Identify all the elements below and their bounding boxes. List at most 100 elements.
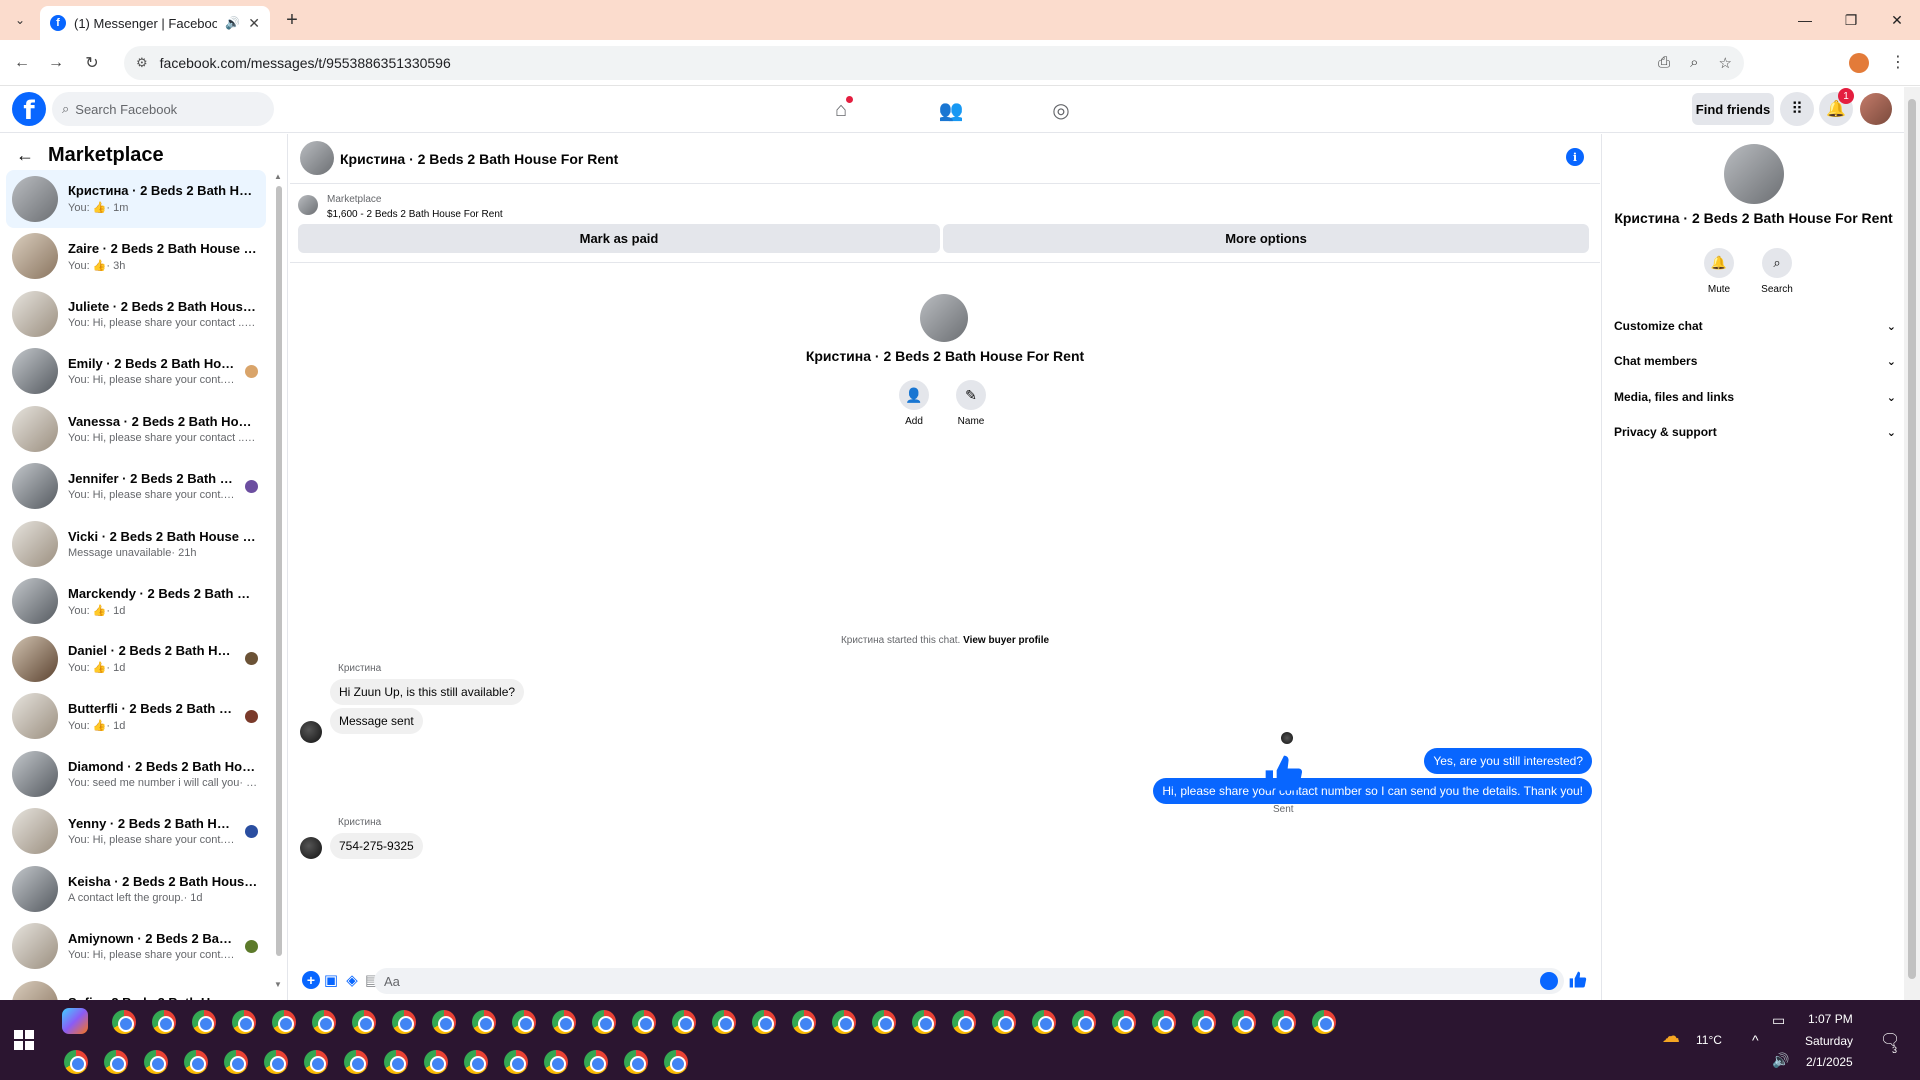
chrome-taskbar-icon[interactable] [552,1010,576,1034]
browser-profile-icon[interactable] [1849,53,1869,73]
chrome-taskbar-icon[interactable] [512,1010,536,1034]
friends-icon[interactable]: 👥 [936,95,966,125]
find-friends-button[interactable]: Find friends [1692,93,1774,125]
notification-center-icon[interactable]: 🗨 [1880,1030,1900,1050]
scroll-up-icon[interactable]: ▲ [274,172,282,181]
sender-avatar[interactable] [300,837,322,859]
facebook-search[interactable]: ⌕ Search Facebook [52,92,274,126]
chrome-taskbar-icon[interactable] [184,1050,208,1074]
chrome-taskbar-icon[interactable] [912,1010,936,1034]
view-buyer-profile-link[interactable]: View buyer profile [963,635,1049,646]
search-placeholder[interactable]: Search Facebook [75,102,177,117]
info-icon[interactable]: i [1566,148,1584,166]
outgoing-message[interactable]: Hi, please share your contact number so … [1153,778,1592,804]
close-window-button[interactable]: ✕ [1874,0,1920,40]
more-options-button[interactable]: More options [943,224,1589,253]
mark-as-paid-button[interactable]: Mark as paid [298,224,940,253]
chrome-taskbar-icon[interactable] [592,1010,616,1034]
chrome-taskbar-icon[interactable] [392,1010,416,1034]
speaker-icon[interactable]: 🔊 [225,16,240,30]
conversation-item[interactable]: Juliete · 2 Beds 2 Bath House F... You: H… [6,285,266,343]
chat-avatar[interactable] [300,141,334,175]
incoming-message[interactable]: Message sent [330,708,423,734]
tab-search-dropdown-icon[interactable]: ⌄ [8,8,32,32]
bookmark-star-icon[interactable]: ☆ [1719,54,1732,72]
chrome-taskbar-icon[interactable] [672,1010,696,1034]
chrome-taskbar-icon[interactable] [792,1010,816,1034]
photo-icon[interactable]: ▣ [322,971,340,989]
sender-avatar[interactable] [300,721,322,743]
page-scrollbar[interactable] [1904,87,1920,1000]
incoming-message[interactable]: Hi Zuun Up, is this still available? [330,679,525,705]
chrome-taskbar-icon[interactable] [384,1050,408,1074]
chrome-taskbar-icon[interactable] [872,1010,896,1034]
conversation-item[interactable]: Sofia · 2 Beds 2 Bath House For... [6,975,266,1000]
chrome-taskbar-icon[interactable] [424,1050,448,1074]
conversation-item[interactable]: Zaire · 2 Beds 2 Bath House For... You: 👍… [6,228,266,286]
zoom-icon[interactable]: ⌕ [1690,54,1698,72]
chrome-taskbar-icon[interactable] [1192,1010,1216,1034]
name-chat-action[interactable]: ✎ Name [946,380,996,427]
chrome-taskbar-icon[interactable] [304,1050,328,1074]
scroll-down-icon[interactable]: ▼ [274,980,282,989]
chrome-taskbar-icon[interactable] [1312,1010,1336,1034]
page-scroll-thumb[interactable] [1908,99,1916,979]
maximize-button[interactable]: ❐ [1828,0,1874,40]
conversation-item[interactable]: Butterfli · 2 Beds 2 Bath Hou... You: 👍· … [6,688,266,746]
conversation-item[interactable]: Diamond · 2 Beds 2 Bath House... You: see… [6,745,266,803]
plus-icon[interactable]: + [302,971,320,989]
emoji-icon[interactable] [1540,972,1558,990]
chrome-taskbar-icon[interactable] [112,1010,136,1034]
reload-button[interactable]: ↻ [80,51,104,75]
chrome-taskbar-icon[interactable] [664,1050,688,1074]
chrome-taskbar-icon[interactable] [1232,1010,1256,1034]
mute-action[interactable]: 🔔 Mute [1694,248,1744,295]
tray-chevron-icon[interactable]: ^ [1752,1032,1759,1048]
add-person-icon[interactable]: 👤 [899,380,929,410]
thumbs-up-icon[interactable] [1262,752,1306,796]
media-files-links-section[interactable]: Media, files and links ⌄ [1614,382,1896,412]
chrome-taskbar-icon[interactable] [192,1010,216,1034]
chrome-taskbar-icon[interactable] [952,1010,976,1034]
chrome-taskbar-icon[interactable] [752,1010,776,1034]
volume-icon[interactable]: 🔊 [1772,1052,1789,1069]
chrome-taskbar-icon[interactable] [464,1050,488,1074]
chrome-taskbar-icon[interactable] [832,1010,856,1034]
windows-start-icon[interactable] [14,1030,34,1050]
chat-members-section[interactable]: Chat members ⌄ [1614,346,1896,376]
network-icon[interactable]: ▭ [1772,1012,1785,1029]
conversation-item[interactable]: Jennifer · 2 Beds 2 Bath Hous... You: Hi,… [6,458,266,516]
incoming-message[interactable]: 754-275-9325 [330,833,423,859]
send-like-icon[interactable] [1568,970,1588,990]
outgoing-message[interactable]: Yes, are you still interested? [1424,748,1592,774]
chrome-taskbar-icon[interactable] [544,1050,568,1074]
chrome-taskbar-icon[interactable] [272,1010,296,1034]
add-people-action[interactable]: 👤 Add [889,380,939,427]
conversation-item[interactable]: Amiynown · 2 Beds 2 Bath H... You: Hi, pl… [6,918,266,976]
chat-title[interactable]: Кристина · 2 Beds 2 Bath House For Rent [340,151,618,167]
copilot-icon[interactable] [62,1008,88,1034]
browser-menu-icon[interactable]: ⋮ [1890,52,1906,72]
chrome-taskbar-icon[interactable] [1152,1010,1176,1034]
listing-title[interactable]: $1,600 - 2 Beds 2 Bath House For Rent [327,209,503,220]
chrome-taskbar-icon[interactable] [312,1010,336,1034]
clock-time[interactable]: 1:07 PM [1808,1012,1853,1026]
chrome-taskbar-icon[interactable] [344,1050,368,1074]
site-info-icon[interactable]: ⚙ [136,55,148,71]
sidebar-scroll-thumb[interactable] [276,186,282,956]
chrome-taskbar-icon[interactable] [632,1010,656,1034]
conversation-item[interactable]: Кристина · 2 Beds 2 Bath Hous... You: 👍· … [6,170,266,228]
clock-day[interactable]: Saturday [1805,1034,1853,1048]
facebook-logo-icon[interactable]: f [12,92,46,126]
chrome-taskbar-icon[interactable] [352,1010,376,1034]
close-tab-icon[interactable]: ✕ [248,15,260,32]
conversation-item[interactable]: Daniel · 2 Beds 2 Bath House... You: 👍· 1… [6,630,266,688]
listing-thumbnail[interactable] [298,195,318,215]
address-bar[interactable]: ⚙ facebook.com/messages/t/95538863513305… [124,46,1744,80]
conversation-item[interactable]: Keisha · 2 Beds 2 Bath House F... A conta… [6,860,266,918]
menu-grid-icon[interactable]: ⠿ [1780,92,1814,126]
chrome-taskbar-icon[interactable] [432,1010,456,1034]
account-avatar[interactable] [1860,93,1892,125]
chrome-taskbar-icon[interactable] [224,1050,248,1074]
chrome-taskbar-icon[interactable] [144,1050,168,1074]
